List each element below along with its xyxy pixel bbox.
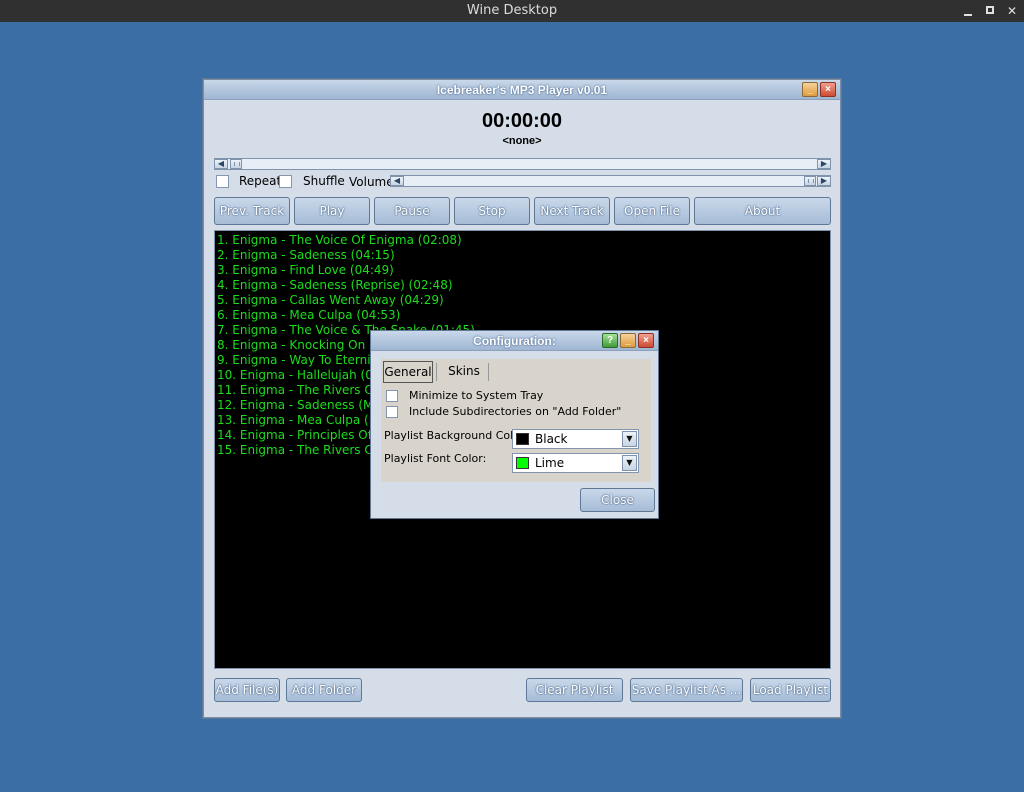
seek-left-arrow-icon[interactable]: ◀ — [214, 159, 228, 169]
player-titlebar[interactable]: Icebreaker's MP3 Player v0.01 _ × — [204, 80, 840, 100]
shuffle-checkbox[interactable] — [279, 175, 292, 188]
config-close-icon-button[interactable]: × — [638, 333, 654, 348]
seek-right-arrow-icon[interactable]: ▶ — [817, 159, 831, 169]
open-file-button[interactable]: Open File — [614, 197, 690, 225]
wine-desktop-controls: ✕ — [962, 0, 1018, 22]
prev-track-button[interactable]: Prev. Track — [214, 197, 290, 225]
tab-separator — [436, 363, 437, 381]
config-minimize-button[interactable]: _ — [620, 333, 636, 348]
config-title: Configuration: — [473, 334, 556, 348]
close-icon[interactable]: ✕ — [1006, 5, 1018, 17]
font-color-select[interactable]: Lime ▼ — [512, 453, 639, 473]
playlist-item[interactable]: 2. Enigma - Sadeness (04:15) — [217, 248, 828, 263]
volume-thumb[interactable] — [804, 176, 816, 186]
tab-general[interactable]: General — [383, 361, 433, 383]
include-subdirs-checkbox[interactable] — [386, 406, 398, 418]
volume-slider[interactable]: ◀ ▶ — [390, 175, 831, 187]
include-subdirs-label: Include Subdirectories on "Add Folder" — [409, 405, 622, 418]
add-files-button[interactable]: Add File(s) — [214, 678, 280, 702]
close-icon: × — [643, 335, 649, 346]
chevron-down-icon[interactable]: ▼ — [622, 455, 637, 471]
time-display: 00:00:00 — [481, 110, 563, 132]
playlist-item[interactable]: 4. Enigma - Sadeness (Reprise) (02:48) — [217, 278, 828, 293]
bg-color-select[interactable]: Black ▼ — [512, 429, 639, 449]
current-track-name: <none> — [502, 135, 542, 147]
repeat-label: Repeat — [239, 174, 282, 188]
tab-separator — [488, 363, 489, 381]
minimize-icon[interactable] — [962, 5, 974, 17]
playlist-item[interactable]: 5. Enigma - Callas Went Away (04:29) — [217, 293, 828, 308]
player-title: Icebreaker's MP3 Player v0.01 — [436, 83, 608, 97]
clear-playlist-button[interactable]: Clear Playlist — [526, 678, 623, 702]
config-titlebar[interactable]: Configuration: ? _ × — [371, 331, 658, 351]
volume-right-arrow-icon[interactable]: ▶ — [817, 176, 831, 186]
font-color-swatch — [516, 457, 529, 469]
pause-button[interactable]: Pause — [374, 197, 450, 225]
play-button[interactable]: Play — [294, 197, 370, 225]
font-color-value: Lime — [535, 456, 565, 470]
chevron-down-icon[interactable]: ▼ — [622, 431, 637, 447]
next-track-button[interactable]: Next Track — [534, 197, 610, 225]
bg-color-label: Playlist Background Color: — [384, 429, 528, 442]
player-minimize-button[interactable]: _ — [802, 82, 818, 97]
volume-left-arrow-icon[interactable]: ◀ — [390, 176, 404, 186]
wine-desktop-title: Wine Desktop — [466, 3, 558, 18]
help-icon: ? — [606, 335, 614, 346]
playlist-item[interactable]: 3. Enigma - Find Love (04:49) — [217, 263, 828, 278]
seek-slider[interactable]: ◀ ▶ — [214, 158, 831, 170]
close-icon: × — [825, 84, 831, 95]
bg-color-swatch — [516, 433, 529, 445]
seek-thumb[interactable] — [230, 159, 242, 169]
minimize-icon: _ — [625, 335, 631, 346]
maximize-icon[interactable] — [984, 5, 996, 17]
configuration-dialog: Configuration: ? _ × General Skins Minim… — [370, 330, 659, 519]
close-button[interactable]: Close — [580, 488, 655, 512]
load-playlist-button[interactable]: Load Playlist — [750, 678, 831, 702]
tab-skins[interactable]: Skins — [441, 361, 487, 383]
minimize-icon: _ — [807, 84, 813, 95]
bg-color-value: Black — [535, 432, 568, 446]
player-close-button[interactable]: × — [820, 82, 836, 97]
minimize-tray-label: Minimize to System Tray — [409, 389, 544, 402]
add-folder-button[interactable]: Add Folder — [286, 678, 362, 702]
shuffle-label: Shuffle — [303, 174, 345, 188]
wine-desktop-titlebar: Wine Desktop ✕ — [0, 0, 1024, 22]
playlist-item[interactable]: 6. Enigma - Mea Culpa (04:53) — [217, 308, 828, 323]
stop-button[interactable]: Stop — [454, 197, 530, 225]
about-button[interactable]: About — [694, 197, 831, 225]
config-general-panel: General Skins Minimize to System Tray In… — [381, 359, 651, 482]
playlist-item[interactable]: 1. Enigma - The Voice Of Enigma (02:08) — [217, 233, 828, 248]
save-playlist-button[interactable]: Save Playlist As ... — [630, 678, 743, 702]
font-color-label: Playlist Font Color: — [384, 452, 487, 465]
repeat-checkbox[interactable] — [216, 175, 229, 188]
config-help-button[interactable]: ? — [602, 333, 618, 348]
minimize-tray-checkbox[interactable] — [386, 390, 398, 402]
